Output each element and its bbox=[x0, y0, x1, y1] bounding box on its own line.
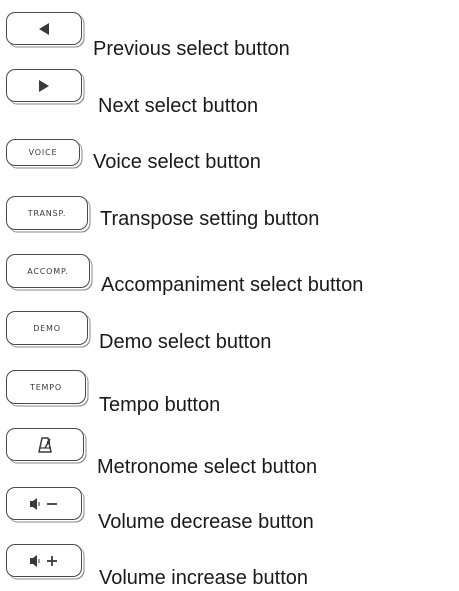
metronome-select-label: Metronome select button bbox=[97, 456, 318, 478]
tempo-label: Tempo button bbox=[99, 394, 221, 416]
volume-plus-icon bbox=[29, 554, 59, 568]
demo-select-button[interactable]: DEMO bbox=[6, 311, 88, 345]
volume-decrease-label: Volume decrease button bbox=[98, 511, 314, 533]
voice-select-label: Voice select button bbox=[93, 151, 261, 173]
voice-button-text: VOICE bbox=[28, 148, 58, 157]
transpose-setting-label: Transpose setting button bbox=[100, 208, 320, 230]
tempo-button-text: TEMPO bbox=[30, 382, 62, 392]
triangle-left-icon bbox=[37, 22, 51, 36]
transpose-button-text: TRANSP. bbox=[27, 208, 67, 218]
metronome-icon bbox=[36, 436, 54, 454]
voice-select-button[interactable]: VOICE bbox=[6, 139, 80, 166]
next-select-label: Next select button bbox=[98, 95, 259, 117]
tempo-button[interactable]: TEMPO bbox=[6, 370, 86, 404]
accompaniment-button-text: ACCOMP. bbox=[27, 266, 69, 276]
volume-increase-label: Volume increase button bbox=[99, 567, 309, 589]
next-select-button[interactable] bbox=[6, 69, 82, 102]
volume-decrease-button[interactable] bbox=[6, 487, 82, 520]
previous-select-button[interactable] bbox=[6, 12, 82, 45]
metronome-select-button[interactable] bbox=[6, 428, 84, 461]
accompaniment-select-button[interactable]: ACCOMP. bbox=[6, 254, 90, 288]
volume-increase-button[interactable] bbox=[6, 544, 82, 577]
transpose-setting-button[interactable]: TRANSP. bbox=[6, 196, 88, 230]
triangle-right-icon bbox=[37, 79, 51, 93]
accompaniment-select-label: Accompaniment select button bbox=[101, 274, 364, 296]
demo-button-text: DEMO bbox=[33, 323, 61, 333]
previous-select-label: Previous select button bbox=[93, 38, 290, 60]
volume-minus-icon bbox=[29, 497, 59, 511]
demo-select-label: Demo select button bbox=[99, 331, 272, 353]
